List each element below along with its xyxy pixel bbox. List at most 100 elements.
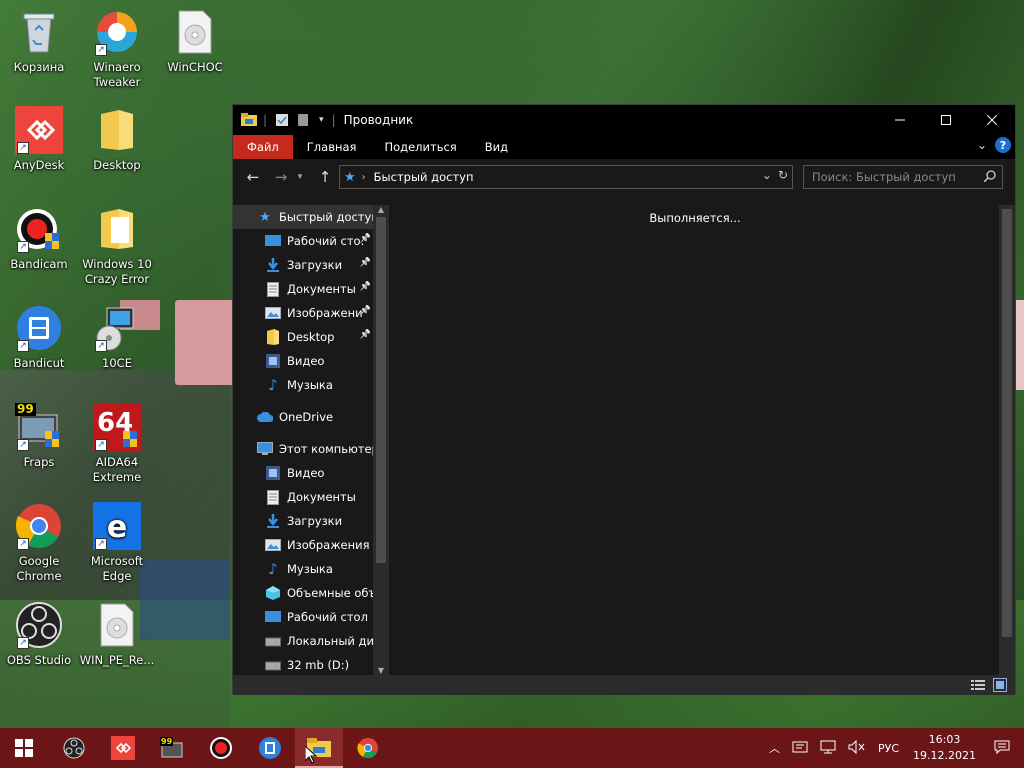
- nav-item-label: Видео: [287, 354, 325, 368]
- back-arrow-icon[interactable]: ←: [241, 165, 265, 189]
- notifications-icon[interactable]: [994, 740, 1010, 757]
- tab-view[interactable]: Вид: [471, 135, 522, 159]
- search-icon[interactable]: [983, 170, 996, 185]
- maximize-button[interactable]: [923, 105, 969, 135]
- forward-arrow-icon[interactable]: →: [269, 165, 293, 189]
- taskbar-bandicam[interactable]: [197, 728, 245, 768]
- desktop-icon-10ce[interactable]: ↗ 10CE: [78, 304, 156, 371]
- tab-share[interactable]: Поделиться: [370, 135, 470, 159]
- explorer-window[interactable]: | ▾ | Проводник Файл Главная Поделиться …: [232, 104, 1016, 695]
- desktop-folder-icon: [265, 609, 281, 625]
- desktop-icon-windows-10-crazy-error[interactable]: Windows 10 Crazy Error: [78, 205, 156, 287]
- nav-item[interactable]: Этот компьютер: [233, 437, 373, 461]
- nav-item[interactable]: Объемные объ: [233, 581, 373, 605]
- content-scrollbar[interactable]: [999, 205, 1015, 675]
- expand-ribbon-chevron-icon[interactable]: ⌄: [977, 138, 987, 152]
- recent-locations-chevron-icon[interactable]: ▾: [293, 165, 307, 189]
- new-folder-icon[interactable]: [297, 113, 311, 127]
- desktop-icon-recycle-bin[interactable]: Корзина: [0, 8, 78, 75]
- taskbar-file-explorer[interactable]: [295, 728, 343, 768]
- desktop-icon-microsoft-edge[interactable]: e ↗ Microsoft Edge: [78, 502, 156, 584]
- show-hidden-icons-chevron-icon[interactable]: ︿: [769, 740, 780, 756]
- scroll-down-chevron-icon[interactable]: ▼: [376, 666, 386, 675]
- details-view-icon[interactable]: [971, 678, 985, 692]
- nav-item[interactable]: Изображения: [233, 533, 373, 557]
- address-dropdown-chevron-icon[interactable]: ⌄: [762, 168, 772, 182]
- toolbar-separator: |: [331, 113, 336, 127]
- taskbar-obs-studio[interactable]: [50, 728, 98, 768]
- clock[interactable]: 16:03 19.12.2021: [913, 732, 976, 764]
- search-placeholder: Поиск: Быстрый доступ: [812, 170, 956, 184]
- nav-item[interactable]: Документы 📌: [233, 277, 373, 301]
- system-tray: ︿ РУС 16:03 19.12.2021: [763, 728, 1024, 768]
- desktop-icon-bandicut[interactable]: ↗ Bandicut: [0, 304, 78, 371]
- nav-item[interactable]: Desktop 📌: [233, 325, 373, 349]
- customize-toolbar-chevron-icon[interactable]: ▾: [319, 115, 324, 125]
- content-area[interactable]: Выполняется...: [389, 205, 1001, 675]
- svg-text:e: e: [107, 510, 127, 545]
- close-button[interactable]: [969, 105, 1015, 135]
- nav-item[interactable]: ★ Быстрый доступ: [233, 205, 373, 229]
- navigation-pane-scrollbar[interactable]: ▲ ▼: [373, 205, 389, 675]
- scroll-thumb[interactable]: [376, 217, 386, 563]
- star-icon: ★: [259, 209, 271, 225]
- breadcrumb-chevron-icon[interactable]: ›: [362, 172, 366, 183]
- up-arrow-icon[interactable]: ↑: [313, 165, 337, 189]
- start-button[interactable]: [0, 728, 48, 768]
- input-indicator-icon[interactable]: [792, 740, 808, 757]
- desktop-icon-fraps[interactable]: 99 ↗ Fraps: [0, 403, 78, 470]
- desktop-icon-desktop-folder[interactable]: Desktop: [78, 106, 156, 173]
- nav-item[interactable]: ♪ Музыка: [233, 373, 373, 397]
- minimize-button[interactable]: [877, 105, 923, 135]
- desktop-icon-google-chrome[interactable]: ↗ Google Chrome: [0, 502, 78, 584]
- taskbar-fraps[interactable]: 99: [148, 728, 196, 768]
- window-controls: [877, 105, 1015, 135]
- taskbar-google-chrome[interactable]: [344, 728, 392, 768]
- desktop-icon-obs-studio[interactable]: ↗ OBS Studio: [0, 601, 78, 668]
- refresh-icon[interactable]: ↻: [778, 168, 788, 182]
- help-icon[interactable]: ?: [995, 137, 1011, 153]
- content-scroll-thumb[interactable]: [1002, 209, 1012, 637]
- navigation-pane[interactable]: ★ Быстрый доступ Рабочий сто. 📌 Загрузки 📌 Док…: [233, 205, 389, 675]
- desktop-icon-winaero-tweaker[interactable]: ↗ Winaero Tweaker: [78, 8, 156, 90]
- explorer-folder-icon[interactable]: [241, 113, 257, 127]
- tab-file[interactable]: Файл: [233, 135, 293, 159]
- search-box[interactable]: Поиск: Быстрый доступ: [803, 165, 1003, 189]
- fraps-icon: 99: [160, 737, 184, 759]
- nav-item[interactable]: Изображени 📌: [233, 301, 373, 325]
- nav-item[interactable]: Видео: [233, 349, 373, 373]
- video-icon: [265, 465, 281, 481]
- volume-muted-icon[interactable]: [848, 739, 866, 757]
- network-icon[interactable]: [820, 740, 836, 757]
- scroll-up-chevron-icon[interactable]: ▲: [376, 205, 386, 214]
- large-icons-view-icon[interactable]: [993, 678, 1007, 692]
- shortcut-arrow-icon: ↗: [95, 439, 107, 451]
- desktop-icon-win-pe-re[interactable]: WIN_PE_Re...: [78, 601, 156, 668]
- nav-item[interactable]: Рабочий стол: [233, 605, 373, 629]
- fraps-icon: 99 ↗: [15, 403, 63, 451]
- nav-item[interactable]: Загрузки 📌: [233, 253, 373, 277]
- nav-item[interactable]: Локальный дис: [233, 629, 373, 653]
- desktop-icon-aida64-extreme[interactable]: 64 ↗ AIDA64 Extreme: [78, 403, 156, 485]
- properties-icon[interactable]: [275, 113, 289, 127]
- desktop-icon-winchoc[interactable]: WinCHOC: [156, 8, 234, 75]
- taskbar-anydesk[interactable]: [99, 728, 147, 768]
- desktop-icon-bandicam[interactable]: ↗ Bandicam: [0, 205, 78, 272]
- language-indicator[interactable]: РУС: [878, 742, 899, 755]
- drive-icon: [265, 657, 281, 673]
- tab-home[interactable]: Главная: [293, 135, 371, 159]
- address-bar[interactable]: ★ › Быстрый доступ ⌄ ↻: [339, 165, 793, 189]
- nav-item[interactable]: Видео: [233, 461, 373, 485]
- desktop-icon-anydesk[interactable]: ↗ AnyDesk: [0, 106, 78, 173]
- nav-item[interactable]: Документы: [233, 485, 373, 509]
- nav-item[interactable]: Рабочий сто. 📌: [233, 229, 373, 253]
- nav-item[interactable]: OneDrive: [233, 405, 373, 429]
- title-bar[interactable]: | ▾ | Проводник: [233, 105, 1015, 135]
- bandicam-icon: [210, 737, 232, 759]
- nav-item[interactable]: 32 mb (D:): [233, 653, 373, 675]
- chrome-icon: [357, 737, 379, 759]
- nav-item[interactable]: ♪ Музыка: [233, 557, 373, 581]
- star-icon: ★: [344, 169, 356, 185]
- taskbar-bandicut[interactable]: [246, 728, 294, 768]
- nav-item[interactable]: Загрузки: [233, 509, 373, 533]
